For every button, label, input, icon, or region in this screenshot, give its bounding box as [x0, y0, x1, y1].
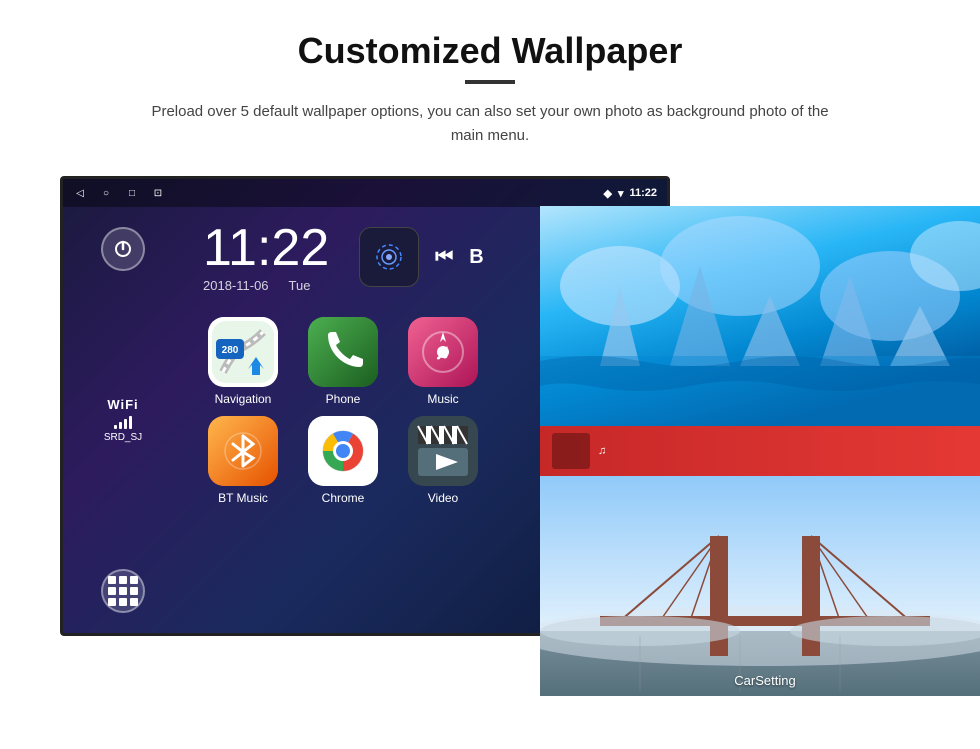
back-icon[interactable]: ◁ [73, 186, 87, 200]
left-sidebar: WiFi SRD_SJ [63, 207, 183, 633]
bt-icon [208, 416, 278, 486]
navigation-icon: 280 [208, 317, 278, 387]
wifi-bars [104, 415, 142, 429]
app-bt-music[interactable]: BT Music [203, 416, 283, 505]
app-video[interactable]: Video [403, 416, 483, 505]
app-phone[interactable]: Phone [303, 317, 383, 406]
wifi-ssid: SRD_SJ [104, 432, 142, 443]
status-bar: ◁ ○ □ ⊡ ◆ ▾ 11:22 [63, 179, 667, 207]
date-value: 2018-11-06 [203, 278, 269, 293]
signal-icon: ▾ [618, 187, 624, 200]
wallpaper-preview-bridge: CarSetting [540, 476, 980, 696]
music-label: Music [403, 392, 483, 406]
video-svg [408, 416, 478, 486]
clock-icons: ⏮ B [359, 227, 483, 287]
page-title: Customized Wallpaper [298, 30, 683, 72]
phone-svg [308, 317, 378, 387]
main-container: ◁ ○ □ ⊡ ◆ ▾ 11:22 WiFi [60, 176, 920, 636]
media-thumbnail [552, 433, 590, 469]
wifi-info: WiFi SRD_SJ [104, 397, 142, 443]
music-icon: ♫ [408, 317, 478, 387]
wifi-label: WiFi [104, 397, 142, 412]
status-left: ◁ ○ □ ⊡ [73, 186, 165, 200]
radio-svg [371, 239, 407, 275]
apps-grid-icon [108, 576, 138, 606]
svg-text:280: 280 [222, 345, 239, 356]
bt-svg [208, 416, 278, 486]
screenshot-icon[interactable]: ⊡ [151, 186, 165, 200]
k-icon[interactable]: ⏮ [435, 246, 453, 269]
media-strip: ♫ [540, 426, 980, 476]
bridge-wallpaper-svg [540, 476, 980, 696]
power-icon [113, 239, 133, 259]
title-divider [465, 80, 515, 84]
recents-icon[interactable]: □ [125, 186, 139, 200]
wallpaper-preview-ice [540, 206, 980, 426]
radio-icon-sm[interactable] [359, 227, 419, 287]
clock-display: 11:22 2018-11-06 Tue [203, 222, 329, 293]
wifi-bar-3 [124, 419, 127, 429]
day-value: Tue [289, 278, 311, 293]
video-label: Video [403, 491, 483, 505]
status-right: ◆ ▾ 11:22 [603, 187, 657, 200]
wifi-bar-1 [114, 425, 117, 429]
bt-music-label: BT Music [203, 491, 283, 505]
app-navigation[interactable]: 280 Navigation [203, 317, 283, 406]
navigation-svg: 280 [208, 317, 278, 387]
chrome-icon [308, 416, 378, 486]
wifi-bar-2 [119, 422, 122, 429]
media-text: ♫ [598, 445, 606, 457]
apps-button[interactable] [101, 569, 145, 613]
wallpaper-previews: ♫ [540, 206, 980, 696]
chrome-label: Chrome [303, 491, 383, 505]
app-music[interactable]: ♫ Music [403, 317, 483, 406]
location-icon: ◆ [603, 187, 611, 200]
wifi-bar-4 [129, 416, 132, 429]
svg-text:♫: ♫ [434, 339, 451, 364]
chrome-svg [308, 416, 378, 486]
clock-date: 2018-11-06 Tue [203, 278, 329, 293]
ice-wallpaper-svg [540, 206, 980, 426]
page-subtitle: Preload over 5 default wallpaper options… [140, 100, 840, 148]
power-button[interactable] [101, 227, 145, 271]
phone-label: Phone [303, 392, 383, 406]
video-icon [408, 416, 478, 486]
home-icon[interactable]: ○ [99, 186, 113, 200]
phone-icon [308, 317, 378, 387]
status-time: 11:22 [629, 187, 657, 199]
navigation-label: Navigation [203, 392, 283, 406]
music-svg: ♫ [408, 317, 478, 387]
clock-time: 11:22 [203, 222, 329, 274]
app-chrome[interactable]: Chrome [303, 416, 383, 505]
b-icon[interactable]: B [469, 246, 483, 269]
carsetting-label: CarSetting [734, 673, 795, 688]
